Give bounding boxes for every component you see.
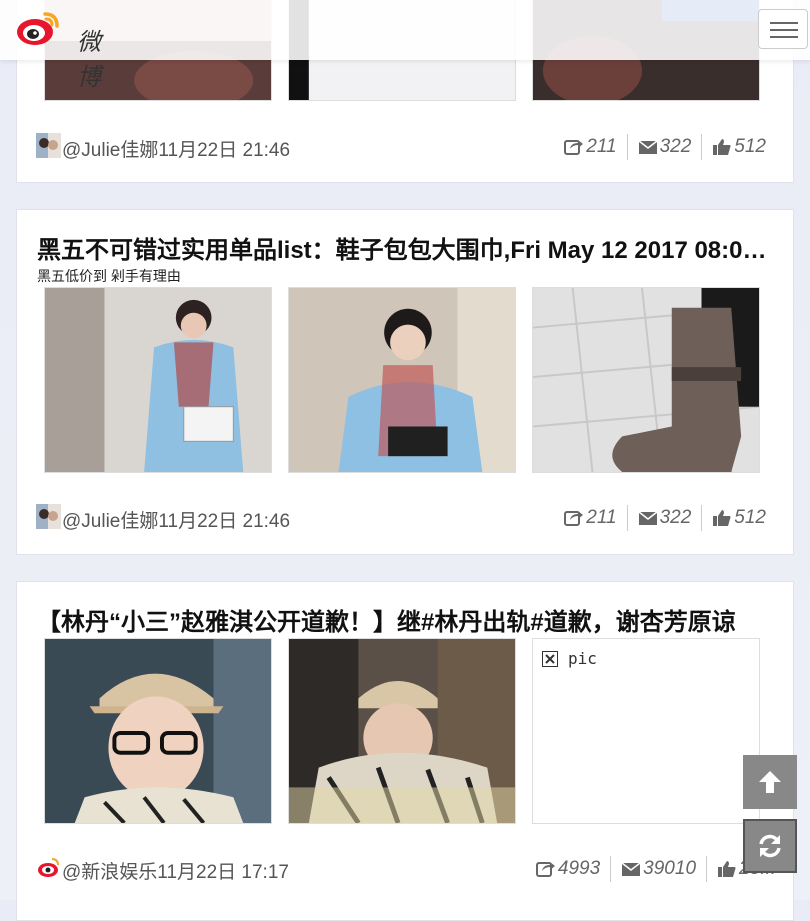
post-card[interactable]: 黑五不可错过实用单品list：鞋子包包大围巾,Fri May 12 2017 0… (16, 209, 794, 555)
post-stats: 211 322 512 (554, 134, 776, 160)
post-footer: @Julie佳娜11月22日 21:46 211 322 512 (36, 131, 776, 161)
comment-button[interactable]: 322 (626, 134, 702, 160)
post-footer: @新浪娱乐11月22日 17:17 4993 39010 25... (36, 853, 776, 883)
hamburger-icon (770, 22, 798, 24)
post-image[interactable] (44, 287, 272, 473)
envelope-icon (621, 862, 641, 876)
weibo-logo[interactable]: 微博 (15, 8, 120, 91)
post-stats: 211 322 512 (554, 505, 776, 531)
image-alt-text: pic (568, 649, 597, 668)
comment-button[interactable]: 322 (626, 505, 702, 531)
scroll-to-top-button[interactable] (743, 755, 797, 809)
thumbs-up-icon (718, 861, 736, 877)
share-icon (564, 140, 584, 155)
post-image[interactable] (288, 638, 516, 824)
thumbs-up-icon (713, 139, 731, 155)
thumbs-up-icon (713, 510, 731, 526)
logo-text: 微博 (77, 29, 102, 91)
share-button[interactable]: 211 (554, 134, 626, 160)
share-icon (535, 862, 555, 877)
envelope-icon (638, 511, 658, 525)
author-link[interactable]: @新浪娱乐11月22日 17:17 (62, 857, 289, 884)
post-title[interactable]: 【林丹“小三”赵雅淇公开道歉！】继#林丹出轨#道歉，谢杏芳原谅 (37, 602, 777, 637)
author-link[interactable]: @Julie佳娜11月22日 21:46 (62, 506, 290, 533)
arrow-up-icon (759, 771, 781, 793)
post-card[interactable]: 【林丹“小三”赵雅淇公开道歉！】继#林丹出轨#道歉，谢杏芳原谅 pic @新浪娱… (16, 581, 794, 921)
sina-ent-avatar[interactable] (36, 855, 61, 880)
post-footer: @Julie佳娜11月22日 21:46 211 322 512 (36, 502, 776, 532)
avatar[interactable] (36, 133, 61, 158)
menu-toggle-button[interactable] (758, 9, 808, 49)
comment-button[interactable]: 39010 (610, 856, 706, 882)
share-button[interactable]: 4993 (526, 856, 610, 882)
broken-image[interactable]: pic (532, 638, 760, 824)
post-subtitle: 黑五低价到 剁手有理由 (37, 268, 181, 284)
author-link[interactable]: @Julie佳娜11月22日 21:46 (62, 135, 290, 162)
post-image[interactable] (288, 287, 516, 473)
post-image[interactable] (44, 638, 272, 824)
refresh-icon (759, 834, 781, 858)
like-button[interactable]: 512 (701, 505, 776, 531)
like-button[interactable]: 512 (701, 134, 776, 160)
broken-image-icon (542, 650, 558, 667)
top-navbar: 微博 (0, 0, 810, 91)
post-title[interactable]: 黑五不可错过实用单品list：鞋子包包大围巾,Fri May 12 2017 0… (37, 230, 777, 265)
envelope-icon (638, 140, 658, 154)
weibo-eye-icon (17, 12, 59, 45)
refresh-button[interactable] (743, 819, 797, 873)
avatar[interactable] (36, 504, 61, 529)
share-button[interactable]: 211 (554, 505, 626, 531)
share-icon (564, 511, 584, 526)
post-image[interactable] (532, 287, 760, 473)
